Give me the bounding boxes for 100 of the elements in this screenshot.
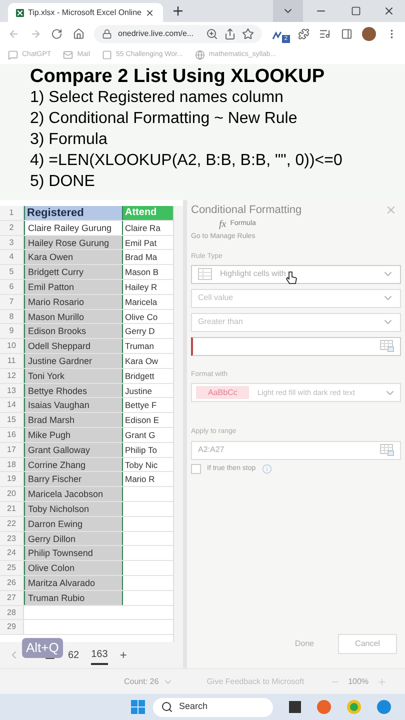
row-number: 8 — [0, 310, 24, 324]
app-icon[interactable] — [347, 700, 361, 714]
table-cell: Grant Galloway — [24, 442, 123, 457]
puzzle-icon[interactable] — [298, 28, 310, 40]
maximize-icon[interactable] — [351, 6, 361, 16]
zoom-level: 100% — [348, 676, 369, 688]
forward-icon[interactable] — [30, 28, 41, 40]
condition-dropdown[interactable]: Cell value — [191, 288, 401, 308]
table-cell: Maricela Jacobson — [24, 487, 123, 501]
table-cell: Toby Nicholson — [24, 502, 123, 516]
address-field[interactable]: onedrive.live.com/e... — [94, 25, 262, 43]
row-number: 25 — [0, 561, 24, 575]
table-cell: Brad Marsh — [24, 413, 123, 427]
table-icon — [198, 268, 212, 280]
instruction-step: 5) DONE — [30, 171, 375, 192]
row-number: 10 — [0, 339, 24, 353]
format-preview: AaBbCc — [196, 386, 250, 399]
row-number: 16 — [0, 428, 24, 442]
value-field[interactable] — [191, 336, 401, 356]
windows-logo-icon[interactable] — [131, 700, 145, 714]
row-number: 27 — [0, 590, 24, 605]
row-number: 17 — [0, 442, 24, 457]
back-icon[interactable] — [8, 28, 20, 40]
table-cell: Mike Pugh — [24, 428, 123, 442]
row-number: 11 — [0, 354, 24, 368]
row-number: 9 — [0, 324, 24, 338]
cancel-button[interactable]: Cancel — [338, 634, 397, 654]
mail-icon — [63, 50, 74, 60]
row-number: 12 — [0, 368, 24, 383]
square-icon — [102, 50, 112, 60]
row-number: 22 — [0, 516, 24, 531]
table-cell: Kara Owen — [24, 250, 123, 264]
search-icon — [161, 701, 173, 713]
range-field[interactable]: A2:A27 — [191, 440, 401, 460]
table-cell: Olive Colon — [24, 561, 123, 575]
table-cell: Darron Ewing — [24, 516, 123, 531]
row-number: 3 — [0, 236, 24, 250]
row-number: 20 — [0, 487, 24, 501]
app-icon[interactable] — [317, 700, 331, 714]
row-number: 14 — [0, 398, 24, 412]
table-cell: Mario Rosario — [24, 294, 123, 309]
instruction-step: 3) Formula — [30, 129, 375, 150]
avatar[interactable] — [362, 27, 376, 41]
table-cell: Edison Brooks — [24, 324, 123, 338]
table-cell: Attend — [123, 206, 173, 220]
table-cell: Corrine Zhang — [24, 458, 123, 472]
checkbox[interactable] — [191, 464, 201, 474]
rule-type-dropdown[interactable]: Highlight cells with — [191, 264, 401, 284]
globe-icon — [194, 50, 205, 60]
browser-tab[interactable]: Tip.xlsx - Microsoft Excel Online — [8, 3, 163, 22]
side-panel-icon[interactable] — [340, 28, 352, 40]
hand-cursor-icon — [286, 270, 297, 284]
dropdown-value: Highlight cells with — [220, 268, 286, 280]
dropdown-value: Greater than — [198, 316, 243, 328]
table-cell: Emil Patton — [24, 280, 123, 294]
share-icon[interactable] — [224, 28, 236, 40]
spreadsheet-icon — [16, 8, 24, 18]
app-icon[interactable] — [377, 700, 391, 714]
table-cell: Justine Gardner — [24, 354, 123, 368]
new-tab-icon[interactable] — [171, 4, 185, 18]
zoom-icon[interactable] — [206, 28, 218, 40]
star-icon[interactable] — [242, 28, 254, 40]
info-icon[interactable] — [262, 464, 272, 474]
operator-dropdown[interactable]: Greater than — [191, 312, 401, 332]
reload-icon[interactable] — [51, 28, 62, 40]
range-picker-icon[interactable] — [380, 340, 394, 352]
chat-icon — [8, 50, 18, 60]
taskbar-search-field[interactable]: Search — [153, 698, 273, 716]
sheet-tab[interactable]: 62 — [68, 645, 80, 665]
row-number: 19 — [0, 472, 24, 486]
field-value: A2:A27 — [198, 444, 224, 456]
table-cell: Toni York — [24, 368, 123, 383]
close-icon[interactable] — [383, 5, 395, 17]
table-cell: Gerry Dillon — [24, 532, 123, 546]
instruction-step: 1) Select Registered names column — [30, 87, 375, 108]
instruction-step: 4) =LEN(XLOOKUP(A2, B:B, B:B, "", 0))<=0 — [30, 150, 375, 171]
vertical-scrollbar[interactable] — [173, 206, 183, 642]
shortcut-tooltip: Alt+Q — [22, 638, 63, 658]
row-number: 7 — [0, 294, 24, 309]
sheet-tab[interactable]: 163 — [91, 645, 108, 665]
table-cell: Bettye Rhodes — [24, 384, 123, 398]
row-number: 13 — [0, 384, 24, 398]
table-cell: Bridgett Curry — [24, 265, 123, 279]
feedback-link[interactable]: Give Feedback to Microsoft — [206, 676, 304, 688]
table-cell: Barry Fischer — [24, 472, 123, 486]
lock-icon — [102, 29, 112, 39]
home-icon[interactable] — [72, 28, 84, 40]
overlay-title: Compare 2 List Using XLOOKUP — [30, 66, 326, 87]
media-icon[interactable] — [319, 28, 331, 40]
table-cell: Philip Townsend — [24, 546, 123, 560]
row-number: 23 — [0, 532, 24, 546]
search-placeholder: Search — [179, 700, 208, 714]
row-number: 1 — [0, 206, 24, 220]
row-number: 15 — [0, 413, 24, 427]
add-sheet-button[interactable]: + — [120, 646, 127, 664]
table-cell: Mason Murillo — [24, 310, 123, 324]
formula-icon: fx — [219, 216, 226, 232]
range-picker-icon[interactable] — [380, 444, 394, 456]
row-number: 2 — [0, 220, 24, 235]
row-number: 21 — [0, 502, 24, 516]
